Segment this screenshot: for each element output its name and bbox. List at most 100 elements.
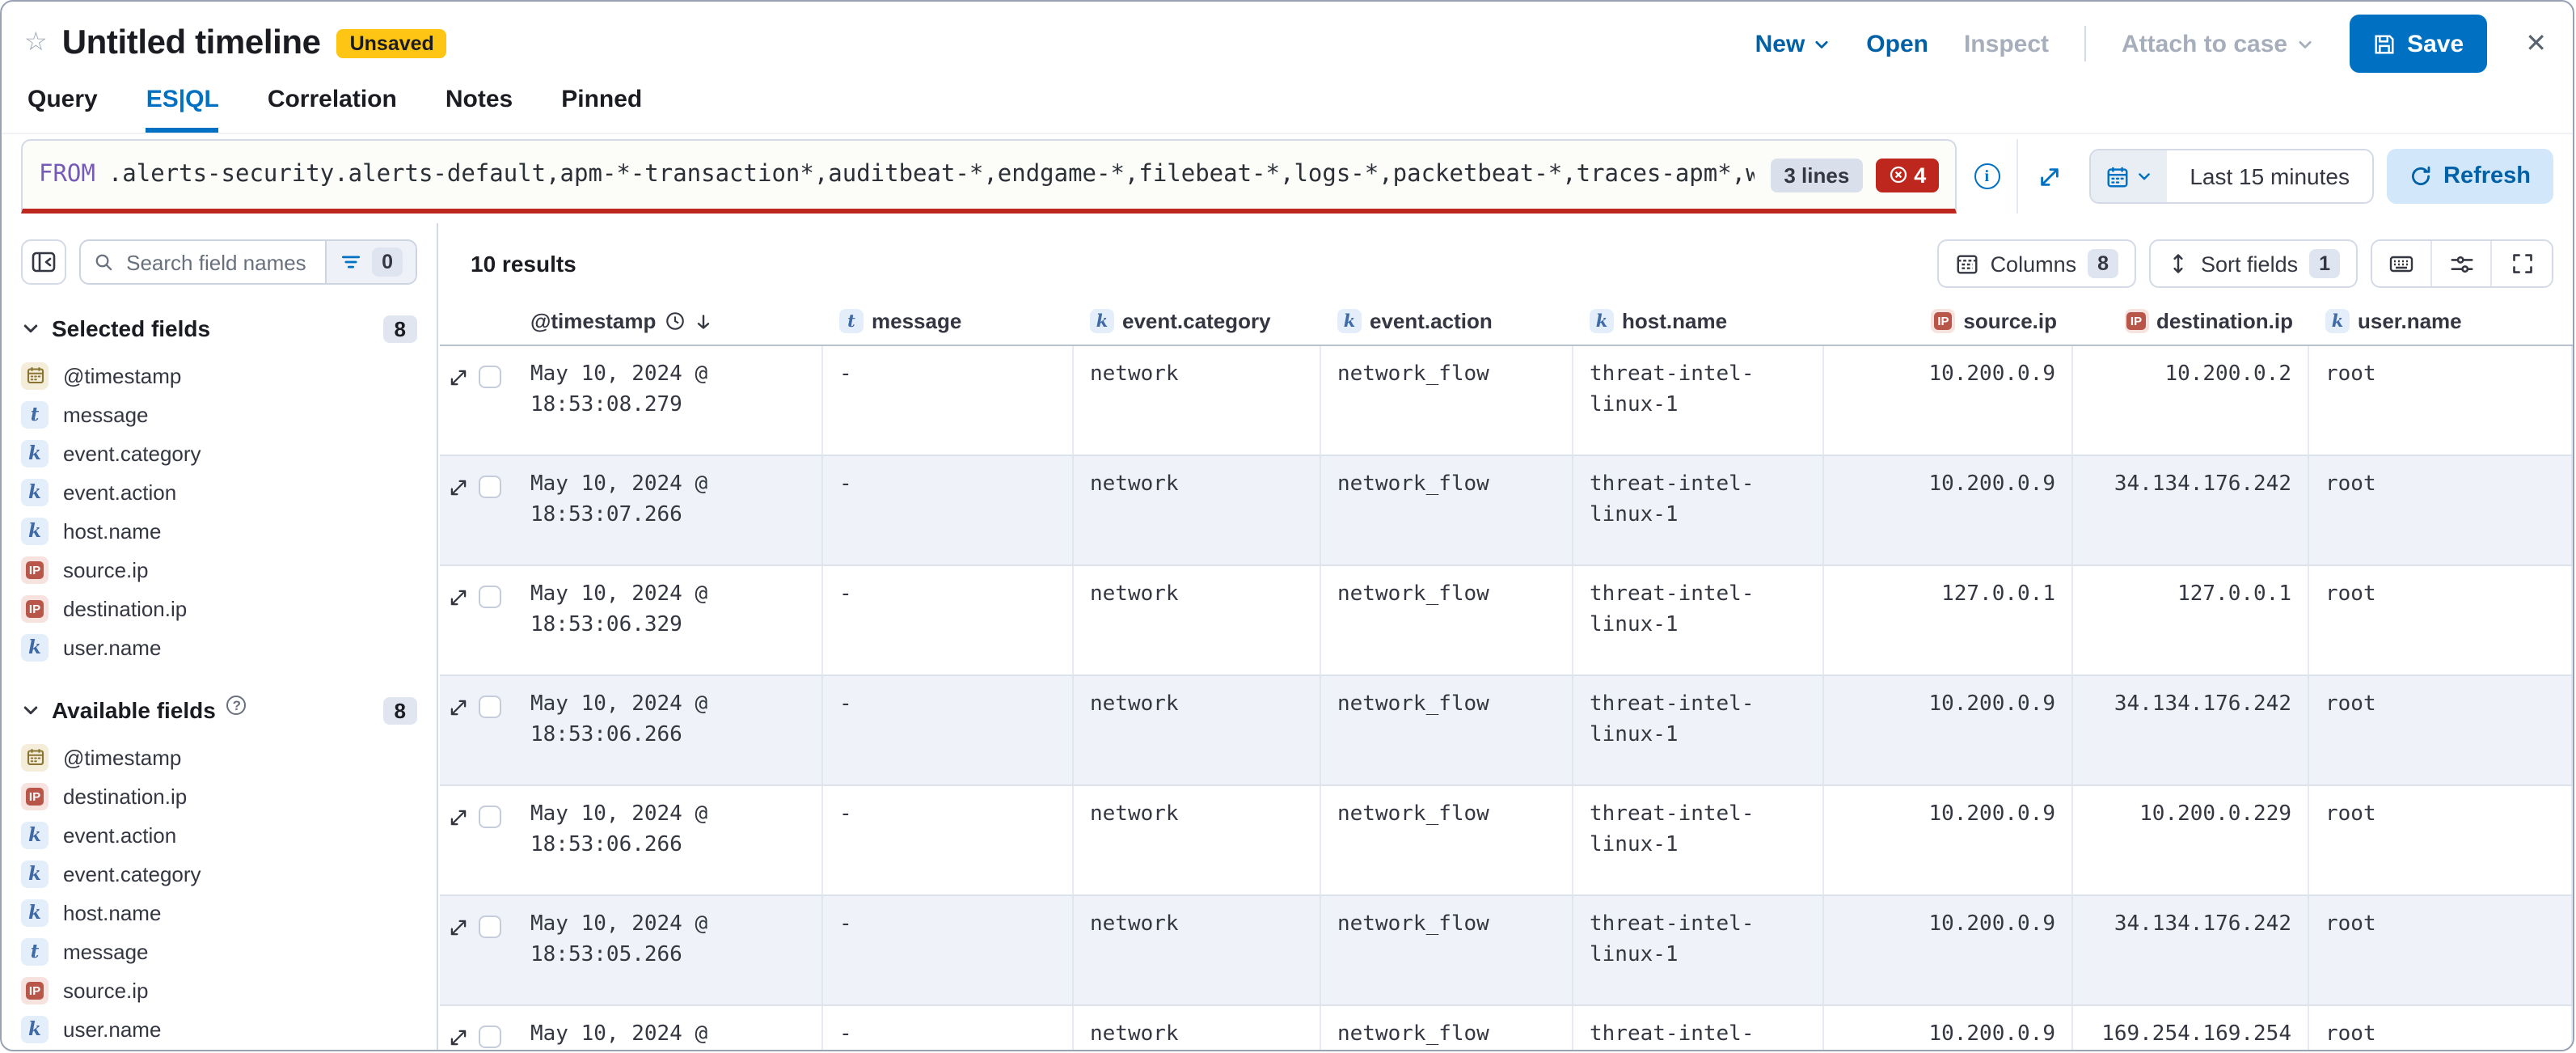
field-item-message[interactable]: t message bbox=[21, 395, 437, 433]
search-field-names-input[interactable] bbox=[123, 248, 312, 276]
expand-row-icon[interactable] bbox=[448, 477, 469, 498]
field-item-event.action[interactable]: k event.action bbox=[21, 472, 437, 511]
expand-row-icon[interactable] bbox=[448, 917, 469, 938]
cell-host_name[interactable]: threat-intel-linux-1 bbox=[1573, 566, 1824, 675]
cell-timestamp[interactable]: May 10, 2024 @ 18:53:08.279 bbox=[514, 346, 823, 455]
fullscreen-button[interactable] bbox=[2492, 241, 2552, 286]
column-header-@timestamp[interactable]: @timestamp bbox=[514, 298, 823, 345]
cell-user_name[interactable]: root bbox=[2309, 346, 2573, 455]
field-item-source.ip[interactable]: IP source.ip bbox=[21, 971, 437, 1009]
field-item-destination.ip[interactable]: IP destination.ip bbox=[21, 776, 437, 815]
cell-message[interactable]: - bbox=[823, 456, 1074, 565]
time-range-label[interactable]: Last 15 minutes bbox=[2167, 163, 2372, 189]
cell-event_category[interactable]: network bbox=[1074, 786, 1321, 894]
cell-timestamp[interactable]: May 10, 2024 @ 18:53:06.266 bbox=[514, 786, 823, 894]
row-checkbox[interactable] bbox=[479, 366, 501, 388]
open-button[interactable]: Open bbox=[1866, 30, 1928, 57]
cell-user_name[interactable]: root bbox=[2309, 676, 2573, 784]
column-header-event.action[interactable]: k event.action bbox=[1321, 298, 1573, 345]
cell-event_category[interactable]: network bbox=[1074, 456, 1321, 565]
field-item-@timestamp[interactable]: @timestamp bbox=[21, 356, 437, 395]
cell-user_name[interactable]: root bbox=[2309, 786, 2573, 894]
cell-host_name[interactable]: threat-intel-linux-1 bbox=[1573, 786, 1824, 894]
inspect-button[interactable]: Inspect bbox=[1964, 30, 2049, 57]
cell-event_category[interactable]: network bbox=[1074, 1006, 1321, 1050]
column-header-user.name[interactable]: k user.name bbox=[2309, 298, 2573, 345]
esql-editor[interactable]: FROM .alerts-security.alerts-default,apm… bbox=[21, 139, 1957, 214]
cell-event_category[interactable]: network bbox=[1074, 346, 1321, 455]
column-header-message[interactable]: t message bbox=[823, 298, 1074, 345]
cell-event_category[interactable]: network bbox=[1074, 676, 1321, 784]
field-item-user.name[interactable]: k user.name bbox=[21, 628, 437, 666]
tab-notes[interactable]: Notes bbox=[446, 86, 513, 133]
cell-event_action[interactable]: network_flow bbox=[1321, 566, 1573, 675]
cell-event_action[interactable]: network_flow bbox=[1321, 346, 1573, 455]
cell-user_name[interactable]: root bbox=[2309, 456, 2573, 565]
tab-pinned[interactable]: Pinned bbox=[561, 86, 642, 133]
field-search[interactable] bbox=[81, 241, 325, 283]
cell-host_name[interactable]: threat-intel-linux-1 bbox=[1573, 1006, 1824, 1050]
cell-event_action[interactable]: network_flow bbox=[1321, 456, 1573, 565]
field-item-host.name[interactable]: k host.name bbox=[21, 511, 437, 550]
cell-event_category[interactable]: network bbox=[1074, 896, 1321, 1004]
field-item-source.ip[interactable]: IP source.ip bbox=[21, 550, 437, 589]
cell-destination_ip[interactable]: 127.0.0.1 bbox=[2073, 566, 2309, 675]
cell-destination_ip[interactable]: 10.200.0.229 bbox=[2073, 786, 2309, 894]
cell-destination_ip[interactable]: 10.200.0.2 bbox=[2073, 346, 2309, 455]
cell-message[interactable]: - bbox=[823, 786, 1074, 894]
expand-row-icon[interactable] bbox=[448, 697, 469, 718]
column-header-event.category[interactable]: k event.category bbox=[1074, 298, 1321, 345]
cell-event_category[interactable]: network bbox=[1074, 566, 1321, 675]
row-checkbox[interactable] bbox=[479, 1026, 501, 1048]
cell-host_name[interactable]: threat-intel-linux-1 bbox=[1573, 346, 1824, 455]
close-icon[interactable]: ✕ bbox=[2525, 27, 2547, 60]
column-header-destination.ip[interactable]: IP destination.ip bbox=[2073, 298, 2309, 345]
field-item-destination.ip[interactable]: IP destination.ip bbox=[21, 589, 437, 628]
available-fields-header[interactable]: Available fields ? 8 bbox=[21, 692, 417, 728]
tab-esql[interactable]: ES|QL bbox=[146, 86, 219, 133]
tab-correlation[interactable]: Correlation bbox=[268, 86, 397, 133]
field-item-event.action[interactable]: k event.action bbox=[21, 815, 437, 854]
selected-fields-header[interactable]: Selected fields 8 bbox=[21, 311, 417, 346]
field-item-host.name[interactable]: k host.name bbox=[21, 893, 437, 932]
expand-row-icon[interactable] bbox=[448, 1027, 469, 1048]
row-checkbox[interactable] bbox=[479, 696, 501, 718]
cell-source_ip[interactable]: 127.0.0.1 bbox=[1824, 566, 2073, 675]
columns-button[interactable]: Columns 8 bbox=[1937, 239, 2136, 288]
cell-message[interactable]: - bbox=[823, 1006, 1074, 1050]
cell-source_ip[interactable]: 10.200.0.9 bbox=[1824, 786, 2073, 894]
cell-timestamp[interactable]: May 10, 2024 @ 18:53:07.266 bbox=[514, 456, 823, 565]
row-checkbox[interactable] bbox=[479, 916, 501, 938]
cell-event_action[interactable]: network_flow bbox=[1321, 1006, 1573, 1050]
date-picker-calendar-button[interactable] bbox=[2091, 150, 2167, 202]
tab-query[interactable]: Query bbox=[27, 86, 98, 133]
keyboard-shortcuts-button[interactable] bbox=[2372, 241, 2432, 286]
favorite-star-icon[interactable]: ☆ bbox=[24, 31, 48, 57]
cell-destination_ip[interactable]: 34.134.176.242 bbox=[2073, 456, 2309, 565]
cell-host_name[interactable]: threat-intel-linux-1 bbox=[1573, 456, 1824, 565]
sort-fields-button[interactable]: Sort fields 1 bbox=[2149, 239, 2358, 288]
cell-source_ip[interactable]: 10.200.0.9 bbox=[1824, 346, 2073, 455]
cell-message[interactable]: - bbox=[823, 676, 1074, 784]
expand-row-icon[interactable] bbox=[448, 807, 469, 828]
row-checkbox[interactable] bbox=[479, 806, 501, 828]
cell-timestamp[interactable]: May 10, 2024 @ 18:53:06.266 bbox=[514, 676, 823, 784]
cell-destination_ip[interactable]: 34.134.176.242 bbox=[2073, 896, 2309, 1004]
field-item-event.category[interactable]: k event.category bbox=[21, 854, 437, 893]
row-checkbox[interactable] bbox=[479, 476, 501, 498]
cell-event_action[interactable]: network_flow bbox=[1321, 896, 1573, 1004]
lines-badge[interactable]: 3 lines bbox=[1771, 158, 1862, 192]
cell-timestamp[interactable]: May 10, 2024 @ 18:53:06.329 bbox=[514, 566, 823, 675]
attach-to-case-button[interactable]: Attach to case bbox=[2122, 30, 2313, 57]
cell-source_ip[interactable]: 10.200.0.9 bbox=[1824, 456, 2073, 565]
cell-host_name[interactable]: threat-intel-linux-1 bbox=[1573, 676, 1824, 784]
cell-event_action[interactable]: network_flow bbox=[1321, 786, 1573, 894]
cell-event_action[interactable]: network_flow bbox=[1321, 676, 1573, 784]
display-options-button[interactable] bbox=[2432, 241, 2492, 286]
cell-user_name[interactable]: root bbox=[2309, 566, 2573, 675]
expand-row-icon[interactable] bbox=[448, 587, 469, 608]
field-item-user.name[interactable]: k user.name bbox=[21, 1009, 437, 1048]
new-button[interactable]: New bbox=[1755, 30, 1831, 57]
cell-message[interactable]: - bbox=[823, 346, 1074, 455]
cell-source_ip[interactable]: 10.200.0.9 bbox=[1824, 1006, 2073, 1050]
